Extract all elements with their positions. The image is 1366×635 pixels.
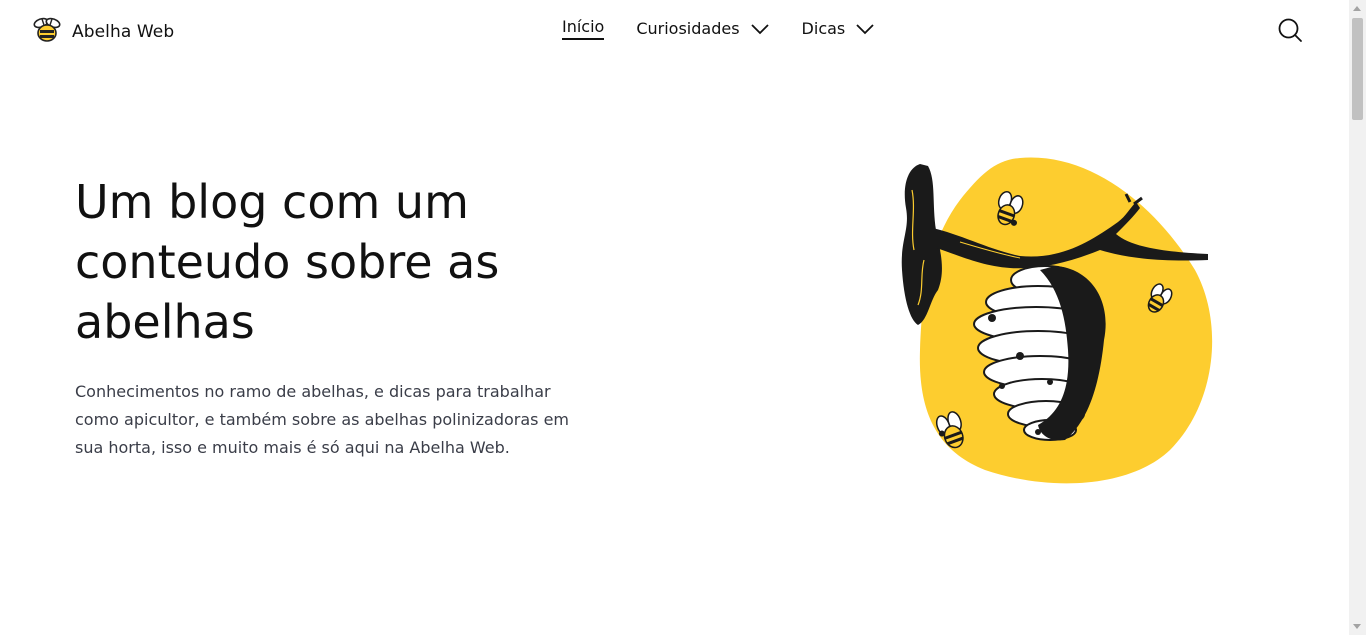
brand-name: Abelha Web [72,22,175,42]
brand-logo-link[interactable]: Abelha Web [30,14,174,50]
nav-item-label: Curiosidades [636,19,740,38]
site-header: Abelha Web Início Curiosidades Dicas [0,0,1349,60]
chevron-down-icon [750,23,770,35]
bee-logo-icon [30,14,64,50]
chevron-down-icon [855,23,875,35]
scroll-down-icon[interactable] [1353,624,1361,629]
search-icon [1277,18,1303,47]
hero-title: Um blog com um conteudo sobre as abelhas [75,175,500,349]
nav-item-curiosidades[interactable]: Curiosidades [636,19,769,38]
vertical-scrollbar[interactable] [1349,0,1366,635]
nav-item-label: Início [562,17,605,40]
hero-description: Conhecimentos no ramo de abelhas, e dica… [75,382,569,457]
beehive-illustration [890,150,1220,494]
scrollbar-thumb[interactable] [1352,18,1363,120]
scroll-up-icon[interactable] [1353,6,1361,11]
main-nav: Início Curiosidades Dicas [562,17,875,40]
nav-item-dicas[interactable]: Dicas [802,19,876,38]
search-button[interactable] [1277,17,1303,47]
nav-item-inicio[interactable]: Início [562,17,605,40]
nav-item-label: Dicas [801,19,846,38]
